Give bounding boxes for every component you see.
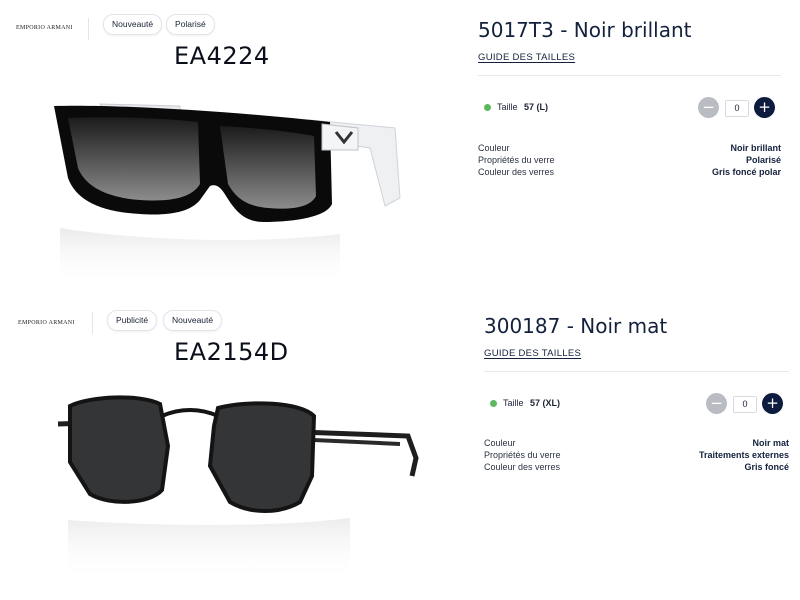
spec-row: Couleur des verres Gris foncé polar	[478, 167, 781, 179]
quantity-input[interactable]: 0	[733, 396, 757, 413]
divider	[484, 371, 789, 372]
brand-logo: EMPORIO ARMANI	[16, 25, 73, 31]
badge-new: Nouveauté	[163, 310, 223, 331]
product-title: 300187 - Noir mat	[484, 314, 668, 338]
model-name: EA4224	[174, 42, 270, 70]
model-name: EA2154D	[174, 338, 289, 366]
quantity-input[interactable]: 0	[725, 100, 749, 117]
badge-new: Nouveauté	[103, 14, 163, 35]
spec-label: Propriétés du verre	[478, 155, 555, 165]
quantity-stepper: − 0 +	[706, 393, 784, 415]
size-value: 57 (XL)	[530, 398, 561, 408]
product-card: EMPORIO ARMANI Nouveauté Polarisé EA4224…	[0, 0, 800, 296]
product-card: EMPORIO ARMANI Publicité Nouveauté EA215…	[0, 296, 800, 592]
plus-icon[interactable]: +	[754, 97, 775, 118]
spec-value: Gris foncé polar	[711, 167, 781, 177]
spec-value: Traitements externes	[698, 450, 789, 460]
badge-ad: Publicité	[107, 310, 158, 331]
size-option[interactable]: Taille 57 (XL)	[490, 394, 620, 414]
divider	[88, 18, 89, 40]
size-value: 57 (L)	[524, 102, 549, 112]
badge-polarized: Polarisé	[166, 14, 215, 35]
spec-label: Couleur des verres	[484, 462, 561, 472]
availability-dot	[490, 400, 497, 407]
spec-value: Noir brillant	[730, 143, 781, 153]
spec-value: Noir mat	[752, 438, 789, 448]
spec-row: Propriétés du verre Polarisé	[478, 155, 781, 167]
product-title: 5017T3 - Noir brillant	[478, 18, 692, 42]
spec-row: Couleur Noir mat	[484, 438, 789, 450]
minus-icon[interactable]: −	[706, 393, 727, 414]
size-guide-link[interactable]: GUIDE DES TAILLES	[478, 52, 575, 63]
spec-label: Couleur	[478, 143, 510, 153]
quantity-stepper: − 0 +	[698, 97, 776, 119]
divider	[478, 75, 781, 76]
brand-logo: EMPORIO ARMANI	[18, 320, 75, 326]
size-label: Taille	[497, 102, 518, 112]
availability-dot	[484, 104, 491, 111]
minus-icon[interactable]: −	[698, 97, 719, 118]
size-option[interactable]: Taille 57 (L)	[484, 98, 604, 118]
spec-row: Propriétés du verre Traitements externes	[484, 450, 789, 462]
spec-row: Couleur Noir brillant	[478, 143, 781, 155]
spec-label: Propriétés du verre	[484, 450, 561, 460]
divider	[92, 312, 93, 334]
product-image[interactable]	[50, 386, 430, 586]
size-guide-link[interactable]: GUIDE DES TAILLES	[484, 348, 581, 359]
spec-label: Couleur	[484, 438, 516, 448]
product-image[interactable]	[40, 88, 410, 288]
spec-value: Gris foncé	[744, 462, 789, 472]
spec-label: Couleur des verres	[478, 167, 555, 177]
spec-row: Couleur des verres Gris foncé	[484, 462, 789, 474]
size-label: Taille	[503, 398, 524, 408]
spec-value: Polarisé	[745, 155, 781, 165]
plus-icon[interactable]: +	[762, 393, 783, 414]
